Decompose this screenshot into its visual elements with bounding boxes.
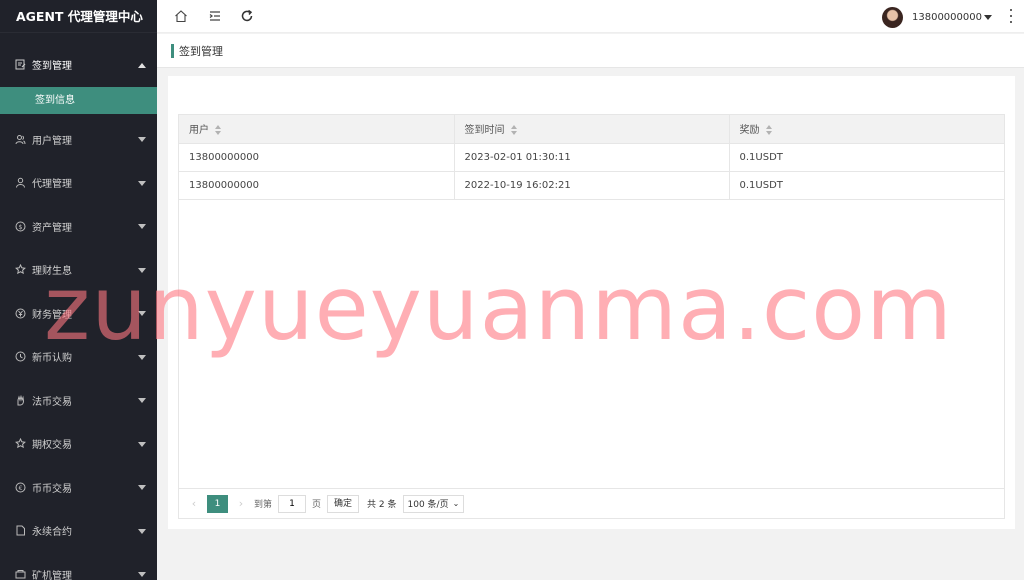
content-card: 用户 签到时间 奖励 13800000000 2023-02-01 01:30:… xyxy=(168,76,1015,529)
sidebar-item-assets[interactable]: $ 资产管理 xyxy=(0,205,157,249)
chevron-down-icon xyxy=(138,354,146,360)
chevron-down-icon xyxy=(138,572,146,578)
chevron-down-icon xyxy=(138,485,146,491)
sidebar-item-label: 理财生息 xyxy=(32,266,72,278)
clock-icon xyxy=(14,351,26,363)
chevron-down-icon xyxy=(138,528,146,534)
page-unit-label: 页 xyxy=(312,500,322,510)
user-menu[interactable]: 13800000000 xyxy=(882,6,992,28)
sidebar-item-label: 期权交易 xyxy=(32,440,72,452)
table-row[interactable]: 13800000000 2023-02-01 01:30:11 0.1USDT xyxy=(179,143,1004,172)
total-count: 共 2 条 xyxy=(367,500,397,510)
sidebar-item-label: 法币交易 xyxy=(32,396,72,408)
page-number-current[interactable]: 1 xyxy=(207,494,228,513)
sidebar-subitem-checkin-info[interactable]: 签到信息 xyxy=(0,86,157,114)
goto-confirm-button[interactable]: 确定 xyxy=(327,494,360,513)
sidebar-item-label: 资产管理 xyxy=(32,222,72,234)
sidebar-item-finance[interactable]: 财务管理 xyxy=(0,292,157,336)
chevron-down-icon xyxy=(138,180,146,186)
checkin-icon xyxy=(14,59,26,71)
sidebar: AGENT 代理管理中心 签到管理 签到信息 用户管理 代理管理 $ 资产管理 … xyxy=(0,0,157,580)
page-title: 签到管理 xyxy=(179,45,223,58)
column-header-reward[interactable]: 奖励 xyxy=(729,115,1004,144)
user-icon xyxy=(14,177,26,189)
user-name: 13800000000 xyxy=(912,11,982,23)
chevron-down-icon xyxy=(138,267,146,273)
star-icon xyxy=(14,264,26,276)
column-header-user[interactable]: 用户 xyxy=(179,115,455,144)
cell-reward: 0.1USDT xyxy=(729,171,1004,200)
sort-icon[interactable] xyxy=(510,125,518,136)
caret-down-icon xyxy=(984,14,992,20)
page-titlebar: 签到管理 xyxy=(157,34,1024,68)
star-icon xyxy=(14,438,26,450)
sidebar-item-wealth[interactable]: 理财生息 xyxy=(0,248,157,292)
chevron-down-icon xyxy=(138,311,146,317)
sidebar-item-label: 财务管理 xyxy=(32,309,72,321)
sort-icon[interactable] xyxy=(215,125,222,136)
cell-user: 13800000000 xyxy=(179,171,455,200)
dollar-icon: $ xyxy=(14,220,26,232)
chevron-down-icon xyxy=(138,137,146,143)
sidebar-item-label: 用户管理 xyxy=(32,135,72,147)
sidebar-item-label: 新币认购 xyxy=(32,353,72,365)
prev-page-icon[interactable]: ‹ xyxy=(187,497,201,510)
sidebar-nav: 签到管理 签到信息 用户管理 代理管理 $ 资产管理 理财生息 财务管理 新币认… xyxy=(0,43,157,580)
home-icon[interactable] xyxy=(173,8,189,24)
svg-text:$: $ xyxy=(18,223,22,231)
column-header-checkin-time[interactable]: 签到时间 xyxy=(454,115,730,144)
sidebar-item-label: 签到管理 xyxy=(32,61,72,73)
sort-icon[interactable] xyxy=(765,125,773,136)
title-accent-bar xyxy=(171,44,174,58)
pagination: ‹ 1 › 到第 页 确定 共 2 条 100 条/页 ⌄ xyxy=(179,488,1004,518)
chevron-down-icon xyxy=(138,224,146,230)
miner-icon xyxy=(14,568,26,580)
document-icon xyxy=(14,525,26,537)
sidebar-item-checkin[interactable]: 签到管理 xyxy=(0,43,157,87)
cell-checkin-time: 2023-02-01 01:30:11 xyxy=(454,143,730,172)
sidebar-item-coin-trade[interactable]: € 币币交易 xyxy=(0,466,157,510)
users-icon xyxy=(14,133,26,145)
sidebar-item-label: 永续合约 xyxy=(32,527,72,539)
sidebar-item-users[interactable]: 用户管理 xyxy=(0,118,157,162)
chevron-down-icon xyxy=(138,398,146,404)
hand-icon xyxy=(14,394,26,406)
sidebar-item-agents[interactable]: 代理管理 xyxy=(0,161,157,205)
chevron-up-icon xyxy=(138,62,146,68)
chevron-down-icon: ⌄ xyxy=(452,499,460,508)
sidebar-item-perpetual[interactable]: 永续合约 xyxy=(0,509,157,553)
sidebar-item-new-coin[interactable]: 新币认购 xyxy=(0,335,157,379)
app-title: AGENT 代理管理中心 xyxy=(0,0,157,33)
table-row[interactable]: 13800000000 2022-10-19 16:02:21 0.1USDT xyxy=(179,171,1004,200)
sidebar-item-label: 币币交易 xyxy=(32,483,72,495)
cell-reward: 0.1USDT xyxy=(729,143,1004,172)
cell-checkin-time: 2022-10-19 16:02:21 xyxy=(454,171,730,200)
refresh-icon[interactable] xyxy=(239,8,255,24)
avatar xyxy=(882,6,903,28)
sidebar-item-miner[interactable]: 矿机管理 xyxy=(0,553,157,580)
top-header: 13800000000 xyxy=(157,0,1024,33)
goto-label: 到第 xyxy=(254,500,273,510)
svg-text:€: € xyxy=(18,485,22,492)
cell-user: 13800000000 xyxy=(179,143,455,172)
data-table: 用户 签到时间 奖励 13800000000 2023-02-01 01:30:… xyxy=(178,114,1005,519)
sidebar-item-label: 代理管理 xyxy=(32,179,72,191)
finance-icon xyxy=(14,307,26,319)
chevron-down-icon xyxy=(138,441,146,447)
table-header-row: 用户 签到时间 奖励 xyxy=(179,115,1004,144)
coin-icon: € xyxy=(14,481,26,493)
goto-page-input[interactable] xyxy=(278,494,307,513)
page-size-select[interactable]: 100 条/页 ⌄ xyxy=(402,494,465,513)
sidebar-item-options[interactable]: 期权交易 xyxy=(0,422,157,466)
sidebar-item-label: 矿机管理 xyxy=(32,570,72,580)
more-vertical-icon[interactable] xyxy=(1009,9,1013,23)
menu-collapse-icon[interactable] xyxy=(207,8,223,24)
sidebar-item-fiat[interactable]: 法币交易 xyxy=(0,379,157,423)
next-page-icon[interactable]: › xyxy=(234,497,248,510)
